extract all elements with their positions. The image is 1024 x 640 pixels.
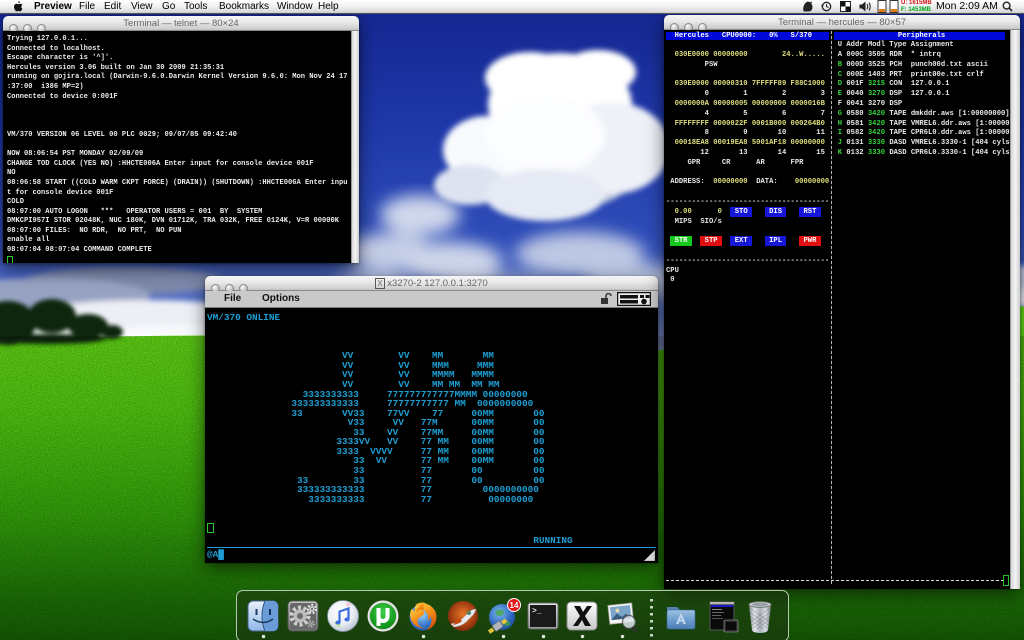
svg-text:>_: >_ xyxy=(532,607,542,616)
svg-text:14: 14 xyxy=(510,601,519,610)
